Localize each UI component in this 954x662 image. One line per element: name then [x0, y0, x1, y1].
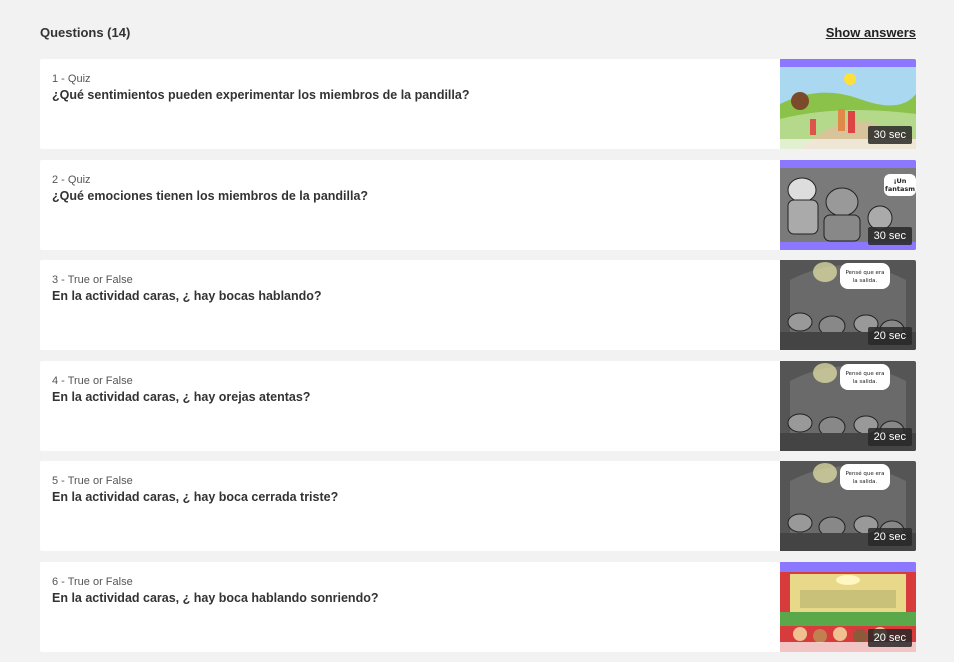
duration-badge: 30 sec	[867, 226, 912, 245]
duration-badge: 20 sec	[867, 628, 912, 647]
speech-bubble-text-2: la salida.	[853, 479, 878, 485]
question-text: En la actividad caras, ¿ hay bocas habla…	[52, 289, 322, 303]
questions-list: 1 - Quiz ¿Qué sentimientos pueden experi…	[40, 59, 916, 662]
question-type-label: 2 - Quiz	[52, 173, 91, 186]
question-card[interactable]: 4 - True or False En la actividad caras,…	[40, 360, 916, 451]
speech-bubble-text-1: Pensé que era	[845, 370, 884, 377]
duration-badge: 30 sec	[867, 126, 912, 144]
question-thumbnail: Pensé que era la salida. 20 sec	[780, 260, 916, 350]
question-card[interactable]: 5 - True or False En la actividad caras,…	[40, 461, 916, 551]
show-answers-link[interactable]: Show answers	[826, 25, 916, 40]
question-text: ¿Qué sentimientos pueden experimentar lo…	[52, 88, 470, 102]
question-thumbnail: ¡Un fantasm 30 sec	[780, 159, 916, 250]
duration-badge: 20 sec	[867, 427, 912, 446]
question-type-label: 5 - True or False	[52, 475, 133, 487]
speech-bubble-text-1: Pensé que era	[845, 269, 884, 276]
speech-bubble-text-1: Pensé que era	[845, 470, 884, 477]
question-text: En la actividad caras, ¿ hay boca cerrad…	[52, 490, 339, 504]
question-text: En la actividad caras, ¿ hay orejas aten…	[52, 389, 311, 404]
question-thumbnail: Pensé que era la salida. 20 sec	[780, 461, 916, 551]
questions-count-title: Questions (14)	[40, 24, 131, 40]
question-type-label: 6 - True or False	[52, 575, 133, 588]
duration-badge: 20 sec	[867, 528, 912, 546]
question-card[interactable]: 6 - True or False En la actividad caras,…	[40, 561, 916, 652]
speech-bubble-text-2: la salida.	[853, 278, 878, 284]
speech-bubble-text-2: la salida.	[853, 379, 878, 385]
question-text: En la actividad caras, ¿ hay boca hablan…	[52, 590, 379, 605]
question-thumbnail: 20 sec	[780, 561, 916, 652]
question-card[interactable]: 3 - True or False En la actividad caras,…	[40, 260, 916, 350]
questions-header: Questions (14) Show answers	[40, 22, 916, 42]
speech-bubble-text-1: ¡Un	[894, 177, 907, 185]
duration-badge: 20 sec	[867, 327, 912, 345]
question-text: ¿Qué emociones tienen los miembros de la…	[52, 188, 369, 203]
question-type-label: 1 - Quiz	[52, 73, 91, 85]
question-type-label: 4 - True or False	[52, 374, 133, 387]
question-thumbnail: 30 sec	[780, 59, 916, 149]
question-thumbnail: Pensé que era la salida. 20 sec	[780, 360, 916, 451]
question-type-label: 3 - True or False	[52, 274, 133, 286]
question-card[interactable]: 1 - Quiz ¿Qué sentimientos pueden experi…	[40, 59, 916, 149]
question-card[interactable]: 2 - Quiz ¿Qué emociones tienen los miemb…	[40, 159, 916, 250]
speech-bubble-text-2: fantasm	[885, 185, 915, 193]
